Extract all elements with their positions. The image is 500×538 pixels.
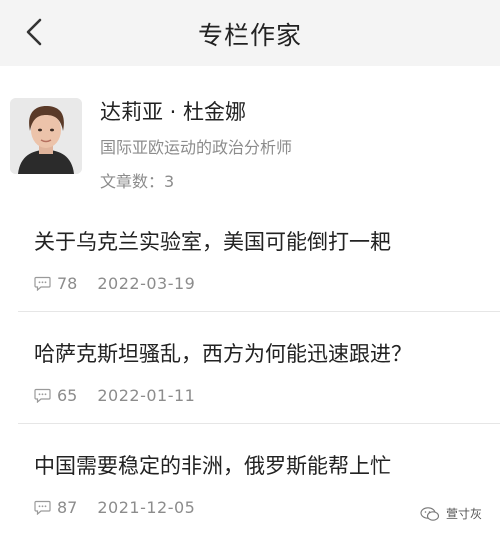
navigation-bar: 专栏作家 [0,0,500,66]
author-profile: 达莉亚 · 杜金娜 国际亚欧运动的政治分析师 文章数：3 [0,66,500,196]
article-meta: 78 2022-03-19 [34,274,195,293]
article-meta: 87 2021-12-05 [34,498,195,517]
comment-bubble-icon [34,500,51,515]
article-list: 关于乌克兰实验室，美国可能倒打一耙 78 2022-03-19 哈萨克斯坦骚乱，… [0,200,500,536]
article-item[interactable]: 关于乌克兰实验室，美国可能倒打一耙 78 2022-03-19 [0,200,500,312]
comment-count: 65 [57,386,78,405]
article-count: 文章数：3 [100,172,175,191]
article-title[interactable]: 关于乌克兰实验室，美国可能倒打一耙 [34,226,391,256]
publish-date: 2022-01-11 [97,386,196,405]
author-title: 国际亚欧运动的政治分析师 [100,138,293,157]
article-item[interactable]: 哈萨克斯坦骚乱，西方为何能迅速跟进？ 65 2022-01-11 [0,312,500,424]
article-title[interactable]: 哈萨克斯坦骚乱，西方为何能迅速跟进？ [34,338,412,368]
page-title: 专栏作家 [197,21,302,50]
wechat-logo-icon [420,506,440,521]
article-meta: 65 2022-01-11 [34,386,195,405]
avatar [10,98,82,174]
publish-date: 2021-12-05 [97,498,196,517]
comment-bubble-icon [34,388,51,403]
author-name[interactable]: 达莉亚 · 杜金娜 [100,96,246,126]
comment-count: 78 [57,274,78,293]
publish-date: 2022-03-19 [97,274,196,293]
comment-bubble-icon [34,276,51,291]
watermark: 萱寸灰 [420,505,482,522]
watermark-text: 萱寸灰 [445,507,482,521]
article-title[interactable]: 中国需要稳定的非洲，俄罗斯能帮上忙 [34,450,391,480]
comment-count: 87 [57,498,78,517]
